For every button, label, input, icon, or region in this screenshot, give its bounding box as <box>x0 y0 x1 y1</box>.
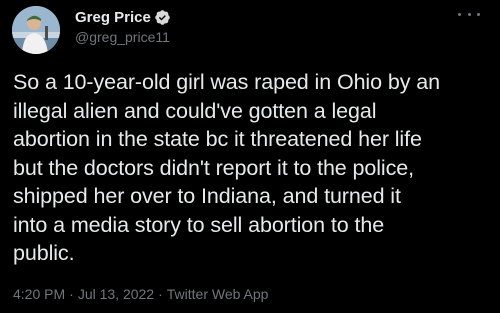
name-row: Greg Price <box>75 7 171 27</box>
more-dot <box>458 12 461 16</box>
user-handle[interactable]: @greg_price11 <box>75 29 170 45</box>
tweet-date[interactable]: Jul 13, 2022 <box>78 286 154 302</box>
meta-separator: · <box>69 286 74 302</box>
more-dot <box>467 12 471 16</box>
tweet-client[interactable]: Twitter Web App <box>167 286 269 302</box>
avatar-image <box>12 6 60 54</box>
verified-badge-icon <box>154 9 171 26</box>
tweet-meta: 4:20 PM · Jul 13, 2022 · Twitter Web App <box>13 286 268 302</box>
more-icon[interactable] <box>458 6 480 22</box>
tweet-time[interactable]: 4:20 PM <box>13 286 65 302</box>
tweet-text: So a 10-year-old girl was raped in Ohio … <box>13 70 440 265</box>
avatar[interactable] <box>12 6 60 54</box>
display-name[interactable]: Greg Price <box>75 9 151 26</box>
meta-separator: · <box>158 286 163 302</box>
more-dot <box>477 12 480 16</box>
tweet-card: Greg Price @greg_price11 So a 10-year-ol… <box>0 0 500 313</box>
